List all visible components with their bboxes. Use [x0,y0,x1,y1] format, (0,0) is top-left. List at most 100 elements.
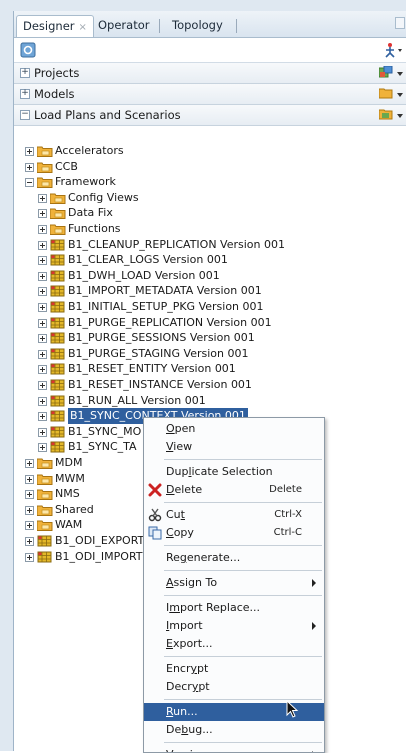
tab-topology-label: Topology [172,18,223,32]
menu-item-duplicate-selection[interactable]: Duplicate Selection [144,463,324,481]
menu-item-cut[interactable]: Cut Ctrl-X [144,506,324,524]
tab-operator[interactable]: Operator [92,15,155,36]
menu-item-delete[interactable]: Delete Delete [144,481,324,499]
scenario-icon [37,551,52,563]
navigator-tab-bar: Designer × Operator Topology [14,11,406,38]
expand-icon[interactable] [38,240,47,250]
tree-folder-row[interactable]: Framework [14,174,406,190]
collapse-icon[interactable] [25,178,34,188]
menu-item-label: Delete [166,483,203,496]
navigator-menu-icon[interactable] [383,42,403,58]
tree-scenario-row[interactable]: B1_RESET_INSTANCE Version 001 [14,377,406,393]
menu-item-import-replace[interactable]: Import Replace... [144,599,324,617]
tree-node-label: NMS [55,487,80,501]
tree-node-label: B1_CLEANUP_REPLICATION Version 001 [68,237,285,251]
expand-icon[interactable] [38,443,47,453]
tab-divider [159,19,160,33]
expand-icon[interactable] [25,147,34,156]
tree-scenario-row[interactable]: B1_IMPORT_METADATA Version 001 [14,283,406,299]
expand-icon[interactable] [25,459,34,468]
menu-separator [164,502,322,503]
tree-node-label: B1_IMPORT_METADATA Version 001 [68,284,262,298]
submenu-arrow-icon [312,579,316,587]
chevron-down-icon[interactable] [397,114,403,118]
expand-icon[interactable] [38,396,47,406]
accordion-projects[interactable]: + Projects [14,63,406,84]
tree-scenario-row[interactable]: B1_RESET_ENTITY Version 001 [14,361,406,377]
expand-icon[interactable] [25,505,34,515]
collapse-toggle[interactable]: − [20,109,30,120]
menu-item-export[interactable]: Export... [144,635,324,653]
expand-icon[interactable] [25,537,34,546]
tree-node-label: B1_RESET_INSTANCE Version 001 [68,378,252,391]
connect-navigator-icon[interactable] [20,42,36,58]
tree-scenario-row[interactable]: B1_DWH_LOAD Version 001 [14,268,406,284]
tree-scenario-row[interactable]: B1_CLEANUP_REPLICATION Version 001 [14,237,406,253]
accordion-load-plans[interactable]: − Load Plans and Scenarios [14,105,406,126]
load-plan-icon[interactable] [379,108,393,120]
expand-icon[interactable] [25,552,34,562]
menu-item-version[interactable]: Version [144,746,324,752]
expand-icon[interactable] [38,427,47,437]
tree-folder-row[interactable]: CCB [14,159,406,175]
menu-item-import[interactable]: Import [144,617,324,635]
expand-icon[interactable] [38,365,47,375]
expand-icon[interactable] [38,209,47,219]
tree-scenario-row[interactable]: B1_CLEAR_LOGS Version 001 [14,252,406,268]
accordion-models[interactable]: + Models [14,84,406,105]
menu-item-copy[interactable]: Copy Ctrl-C [144,524,324,542]
expand-icon[interactable] [38,381,47,390]
tree-node-label: Config Views [68,190,139,204]
menu-item-label: Duplicate Selection [166,465,273,478]
tree-scenario-row[interactable]: B1_PURGE_REPLICATION Version 001 [14,315,406,331]
tree-scenario-row[interactable]: B1_PURGE_STAGING Version 001 [14,346,406,362]
folder-icon[interactable] [379,87,393,99]
expand-icon[interactable] [25,490,34,500]
tree-scenario-row[interactable]: B1_INITIAL_SETUP_PKG Version 001 [14,299,406,315]
menu-separator [164,545,322,546]
tree-scenario-row[interactable]: B1_RUN_ALL Version 001 [14,393,406,409]
tree-folder-row[interactable]: Data Fix [14,205,406,221]
chevron-down-icon[interactable] [397,72,403,76]
menu-item-label: Import Replace... [166,601,261,614]
tab-close-icon[interactable]: × [79,22,87,33]
expand-icon[interactable] [38,303,47,312]
scenario-icon [50,348,65,360]
expand-icon[interactable] [38,193,47,203]
tree-folder-row[interactable]: Accelerators [14,143,406,159]
tree-node-label: Data Fix [68,206,113,220]
tree-folder-row[interactable]: Functions [14,221,406,237]
tab-operator-label: Operator [98,18,150,32]
menu-separator [164,570,322,571]
menu-item-assign-to[interactable]: Assign To [144,574,324,592]
minimize-icon[interactable] [395,17,405,29]
menu-item-view[interactable]: View [144,438,324,456]
menu-item-debug[interactable]: Debug... [144,721,324,739]
tree-scenario-row[interactable]: B1_PURGE_SESSIONS Version 001 [14,330,406,346]
expand-icon[interactable] [25,474,34,484]
chevron-down-icon[interactable] [397,93,403,97]
tab-topology[interactable]: Topology [166,15,229,36]
menu-shortcut: Ctrl-C [273,527,302,538]
menu-item-label: Import [166,619,203,632]
expand-icon[interactable] [25,521,34,531]
tab-designer[interactable]: Designer × [16,15,94,37]
expand-icon[interactable] [38,318,47,328]
expand-icon[interactable] [38,349,47,359]
tree-folder-row[interactable]: Config Views [14,190,406,206]
expand-icon[interactable] [38,287,47,297]
expand-toggle[interactable]: + [20,88,30,99]
expand-icon[interactable] [38,256,47,266]
expand-icon[interactable] [38,225,47,234]
menu-item-open[interactable]: Open [144,420,324,438]
expand-icon[interactable] [38,271,47,281]
menu-item-encrypt[interactable]: Encrypt [144,660,324,678]
expand-icon[interactable] [38,412,47,422]
expand-icon[interactable] [25,162,34,172]
expand-icon[interactable] [38,334,47,344]
menu-item-decrypt[interactable]: Decrypt [144,678,324,696]
expand-toggle[interactable]: + [20,67,30,78]
tree-node-label: B1_ODI_IMPORT [55,549,143,563]
menu-item-regenerate[interactable]: Regenerate... [144,549,324,567]
new-project-icon[interactable] [379,66,393,78]
